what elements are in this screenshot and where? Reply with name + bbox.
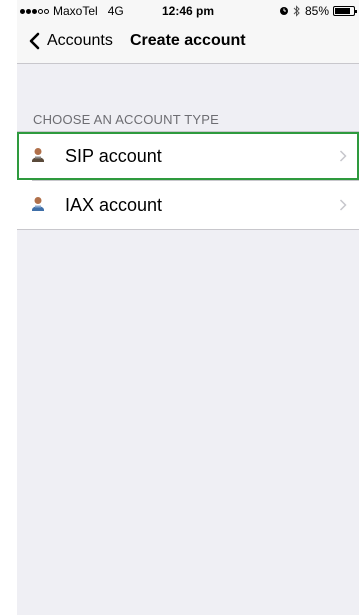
battery-percent: 85% [304,4,329,18]
navigation-bar: Accounts Create account [17,20,359,64]
list-item-iax-account[interactable]: IAX account [17,181,359,229]
list-item-sip-account[interactable]: SIP account [17,132,359,180]
page-title: Create account [130,32,246,49]
back-button-label: Accounts [47,32,113,49]
battery-icon [333,6,357,16]
status-bar: MaxoTel 4G 12:46 pm 85% [17,0,359,20]
person-icon [32,148,44,162]
section-header: CHOOSE AN ACCOUNT TYPE [33,112,219,127]
account-type-list: SIP account IAX account [17,131,359,230]
chevron-left-icon [29,32,40,50]
back-button[interactable]: Accounts [25,31,113,51]
list-item-label: IAX account [65,195,163,215]
person-icon [32,197,44,211]
app-screen: MaxoTel 4G 12:46 pm 85% Accounts Create … [17,0,359,615]
chevron-right-icon [339,199,347,211]
alarm-icon [279,7,288,15]
list-item-label: SIP account [65,146,162,166]
bluetooth-icon [293,5,300,17]
status-right: 85% [279,4,357,18]
chevron-right-icon [339,150,347,162]
